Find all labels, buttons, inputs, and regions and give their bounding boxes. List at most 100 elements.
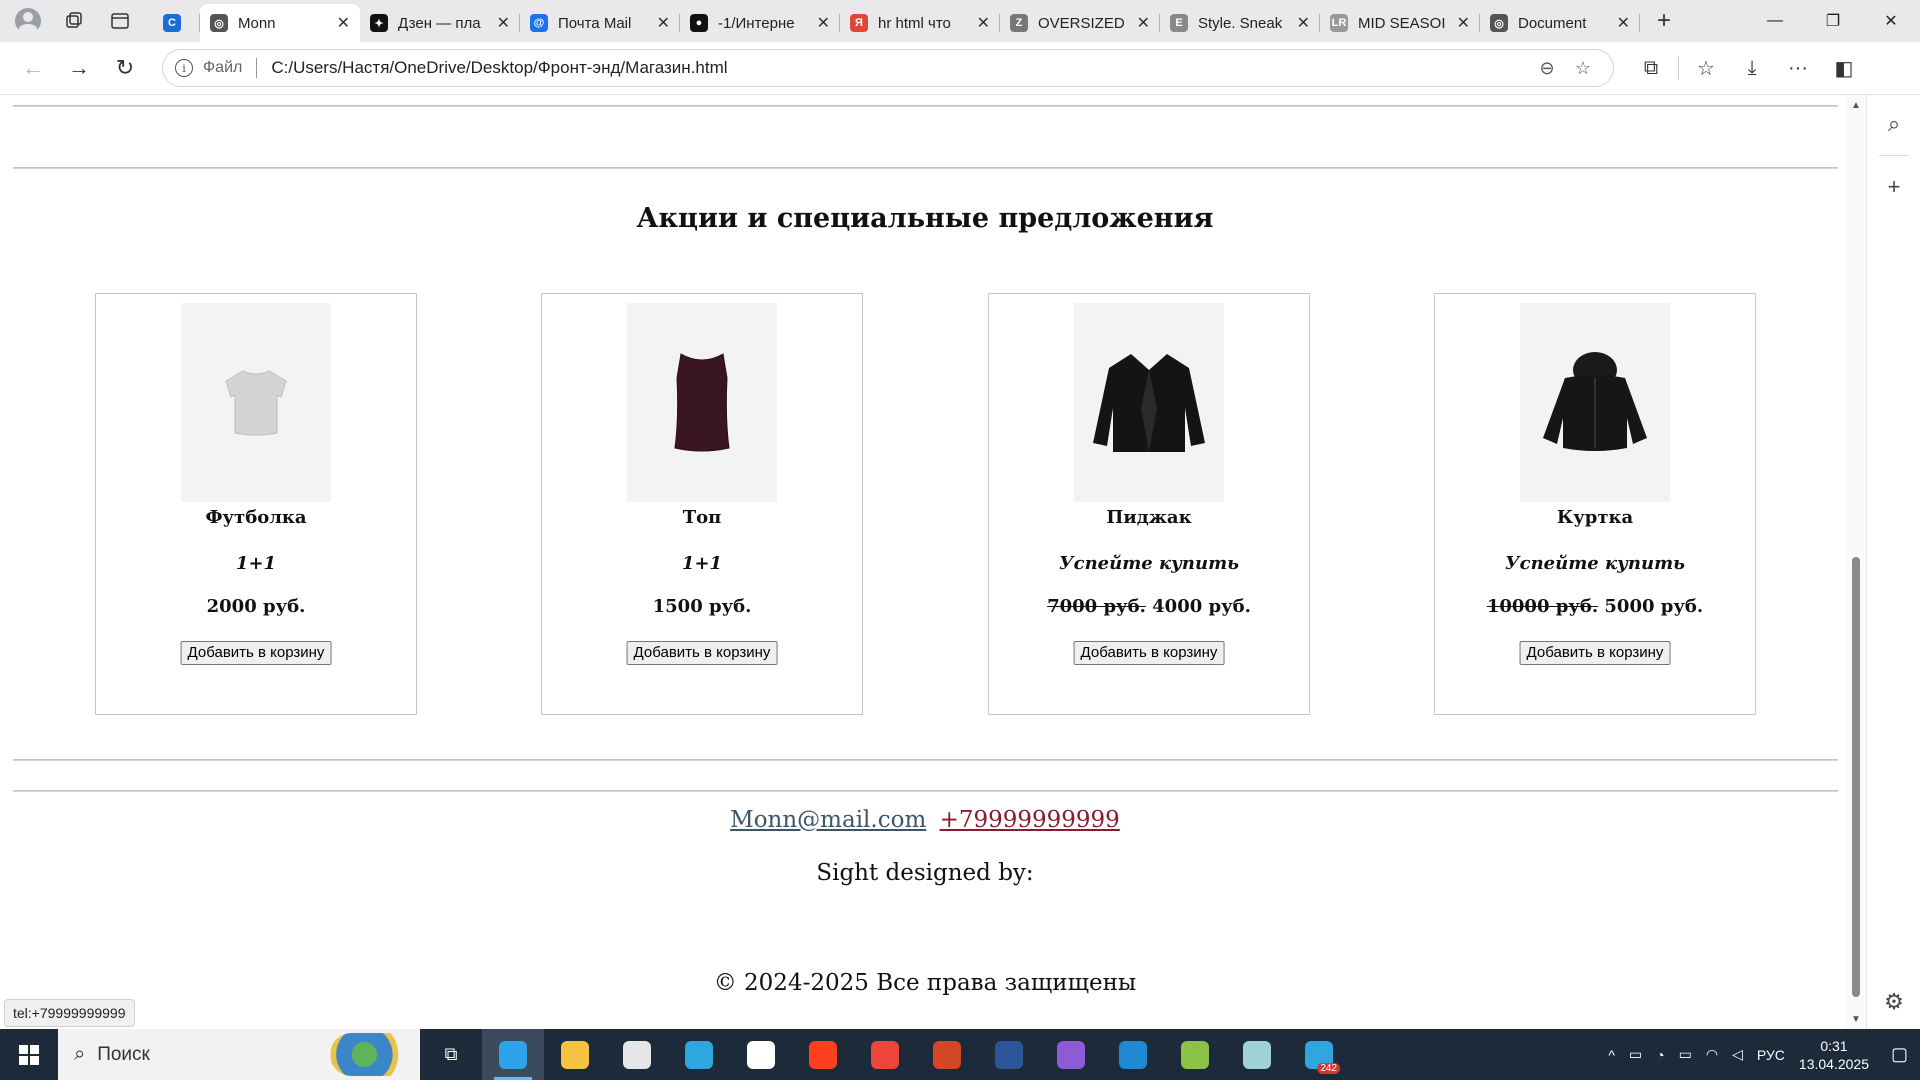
- forward-button[interactable]: →: [56, 48, 102, 88]
- email-link[interactable]: Monn@mail.com: [730, 807, 926, 833]
- new-price: 4000 руб.: [1152, 596, 1251, 617]
- close-tab-icon[interactable]: ✕: [1297, 13, 1310, 33]
- close-tab-icon[interactable]: ✕: [497, 13, 510, 33]
- tab[interactable]: Яhr html что ✕: [840, 4, 1000, 42]
- product-image[interactable]: [181, 303, 331, 502]
- reload-button[interactable]: ↻: [102, 48, 148, 88]
- taskbar-app[interactable]: [792, 1029, 854, 1080]
- vertical-tabs-button[interactable]: [100, 4, 140, 38]
- add-to-cart-button[interactable]: Добавить в корзину: [180, 641, 332, 665]
- volume-icon[interactable]: ◁: [1732, 1046, 1743, 1063]
- taskbar-app[interactable]: [544, 1029, 606, 1080]
- downloads-button[interactable]: ⤓: [1729, 48, 1775, 88]
- scroll-down-icon[interactable]: ▼: [1846, 1009, 1866, 1029]
- extensions-button[interactable]: ⧉: [1628, 48, 1674, 88]
- taskbar-app[interactable]: [1040, 1029, 1102, 1080]
- close-tab-icon[interactable]: ✕: [817, 13, 830, 33]
- product-image[interactable]: [1520, 303, 1670, 502]
- restore-button[interactable]: ❐: [1804, 0, 1862, 42]
- product-card: Футболка 1+1 2000 руб. Добавить в корзину: [95, 293, 417, 715]
- close-tab-icon[interactable]: ✕: [1457, 13, 1470, 33]
- product-name: Футболка: [205, 507, 307, 528]
- close-tab-icon[interactable]: ✕: [1137, 13, 1150, 33]
- scrollbar[interactable]: ▲ ▼: [1846, 95, 1866, 1029]
- tab[interactable]: ✦ Дзен — пла ✕: [360, 4, 520, 42]
- notifications-icon[interactable]: ▢: [1891, 1044, 1908, 1065]
- taskbar-app[interactable]: [730, 1029, 792, 1080]
- puzzle-icon: ⧉: [1643, 56, 1659, 79]
- taskbar-app[interactable]: [1164, 1029, 1226, 1080]
- file-explorer-icon: [561, 1040, 589, 1069]
- sidebar-add-button[interactable]: +: [1867, 160, 1920, 214]
- favorite-star-icon[interactable]: ☆: [1565, 58, 1601, 79]
- clock[interactable]: 0:31 13.04.2025: [1799, 1037, 1869, 1073]
- new-tab-button[interactable]: +: [1644, 4, 1684, 38]
- dzen-icon: ✦: [370, 14, 388, 32]
- date: 13.04.2025: [1798, 1055, 1869, 1072]
- sidebar-toggle-button[interactable]: ◧: [1821, 48, 1867, 88]
- taskbar-search[interactable]: ⌕ Поиск: [58, 1029, 420, 1080]
- product-card: Топ 1+1 1500 руб. Добавить в корзину: [541, 293, 863, 715]
- close-window-button[interactable]: ✕: [1862, 0, 1920, 42]
- taskbar-app[interactable]: [482, 1029, 544, 1080]
- tab[interactable]: @ Почта Mail ✕: [520, 4, 680, 42]
- scrollbar-thumb[interactable]: [1852, 557, 1860, 997]
- chevron-up-icon[interactable]: ^: [1608, 1047, 1615, 1063]
- start-button[interactable]: [0, 1029, 58, 1080]
- taskbar-app[interactable]: [916, 1029, 978, 1080]
- close-tab-icon[interactable]: ✕: [337, 13, 350, 33]
- taskbar-app[interactable]: [668, 1029, 730, 1080]
- address-bar[interactable]: i Файл C:/Users/Настя/OneDrive/Desktop/Ф…: [162, 49, 1614, 87]
- taskbar-app[interactable]: [606, 1029, 668, 1080]
- network-icon[interactable]: ◔: [1656, 1047, 1664, 1063]
- tab[interactable]: ◎ Monn ✕: [200, 4, 360, 42]
- windows-taskbar: ⌕ Поиск ⧉ 242 ^ ▭ ◔ ▭ ◠ ◁ РУС 0:31 13.04…: [0, 1029, 1920, 1080]
- add-to-cart-button[interactable]: Добавить в корзину: [1073, 641, 1225, 665]
- scroll-up-icon[interactable]: ▲: [1846, 95, 1866, 115]
- language-indicator[interactable]: РУС: [1757, 1047, 1785, 1063]
- close-tab-icon[interactable]: ✕: [1617, 13, 1630, 33]
- taskbar-app[interactable]: [978, 1029, 1040, 1080]
- product-image[interactable]: [1074, 303, 1224, 502]
- github-icon: ●: [690, 14, 708, 32]
- add-to-cart-button[interactable]: Добавить в корзину: [1519, 641, 1671, 665]
- product-name: Топ: [682, 507, 722, 528]
- task-view-button[interactable]: ⧉: [420, 1029, 482, 1080]
- tab[interactable]: LR MID SEASOI ✕: [1320, 4, 1480, 42]
- product-image[interactable]: [627, 303, 777, 502]
- workspaces-button[interactable]: [54, 4, 94, 38]
- taskbar-app[interactable]: [854, 1029, 916, 1080]
- edge-sidebar: ⌕ + ⚙: [1866, 95, 1920, 1029]
- taskbar-app[interactable]: [1226, 1029, 1288, 1080]
- close-tab-icon[interactable]: ✕: [977, 13, 990, 33]
- sidebar-settings-button[interactable]: ⚙: [1867, 975, 1920, 1029]
- wifi-icon[interactable]: ◠: [1706, 1046, 1718, 1063]
- taskbar-app[interactable]: 242: [1288, 1029, 1350, 1080]
- tab[interactable]: ● -1/Интерне ✕: [680, 4, 840, 42]
- product-name: Куртка: [1556, 507, 1634, 528]
- info-icon[interactable]: i: [175, 59, 193, 77]
- word-icon: [995, 1040, 1023, 1069]
- taskbar-app[interactable]: [1102, 1029, 1164, 1080]
- more-button[interactable]: ···: [1775, 48, 1821, 88]
- horizontal-rule: [13, 759, 1838, 761]
- minimize-button[interactable]: —: [1746, 0, 1804, 42]
- favorites-button[interactable]: ☆: [1683, 48, 1729, 88]
- add-to-cart-button[interactable]: Добавить в корзину: [626, 641, 778, 665]
- tab[interactable]: Z OVERSIZED ✕: [1000, 4, 1160, 42]
- profile-button[interactable]: [8, 4, 48, 38]
- tab[interactable]: E Style. Sneak ✕: [1160, 4, 1320, 42]
- sidebar-search-button[interactable]: ⌕: [1867, 97, 1920, 151]
- url-text[interactable]: C:/Users/Настя/OneDrive/Desktop/Фронт-эн…: [271, 58, 1529, 78]
- back-button[interactable]: ←: [10, 48, 56, 88]
- tab[interactable]: C: [144, 4, 200, 42]
- phone-link[interactable]: +79999999999: [940, 807, 1120, 833]
- close-tab-icon[interactable]: ✕: [657, 13, 670, 33]
- zoom-out-icon[interactable]: ⊖: [1529, 58, 1565, 79]
- meet-icon[interactable]: ▭: [1629, 1046, 1642, 1063]
- more-icon: ···: [1788, 56, 1808, 79]
- tab[interactable]: ◎ Document ✕: [1480, 4, 1640, 42]
- battery-icon[interactable]: ▭: [1679, 1046, 1692, 1063]
- tab-title: Monn: [238, 14, 276, 32]
- search-placeholder: Поиск: [97, 1043, 150, 1065]
